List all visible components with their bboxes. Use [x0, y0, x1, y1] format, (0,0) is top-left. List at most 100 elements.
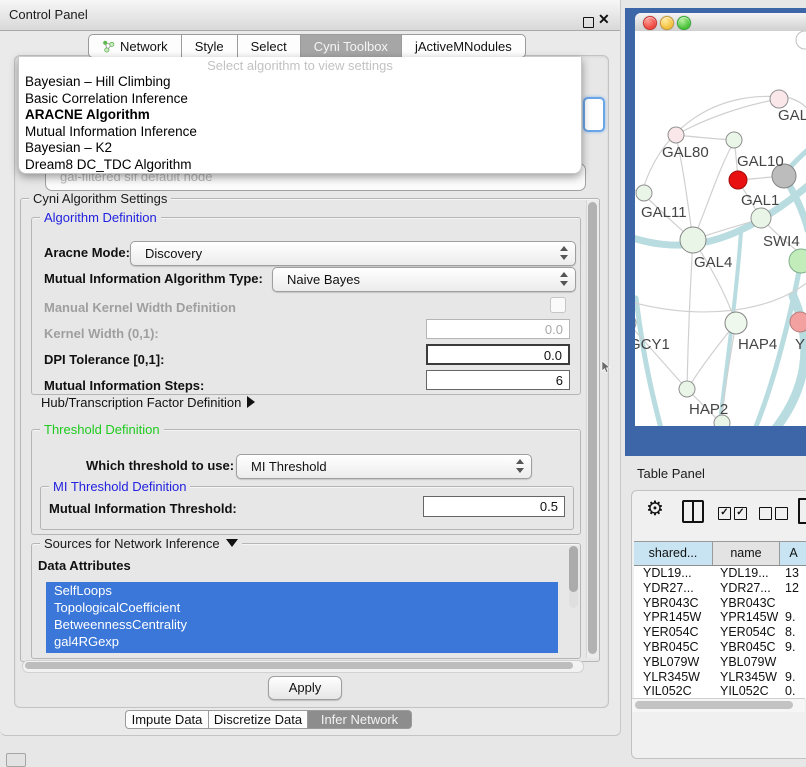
tab-cyni-toolbox[interactable]: Cyni Toolbox	[300, 34, 402, 58]
gear-icon[interactable]: ⚙	[646, 496, 664, 521]
sources-title[interactable]: Sources for Network Inference	[40, 536, 242, 551]
network-node-label: GAL10	[737, 153, 784, 170]
table-row[interactable]: YBL079WYBL079W	[634, 655, 806, 670]
settings-horizontal-scrollbar[interactable]	[22, 660, 584, 673]
network-node[interactable]	[790, 312, 806, 332]
mi-steps-field[interactable]: 6	[426, 370, 570, 390]
network-node[interactable]	[729, 171, 747, 189]
algorithm-definition-group: Algorithm Definition Aracne Mode: Discov…	[31, 217, 581, 395]
table-row[interactable]: YDR27...YDR27...12	[634, 581, 806, 596]
attribute-item-betweennesscentrality[interactable]: BetweennessCentrality	[46, 616, 558, 633]
table-row[interactable]: YIL052CYIL052C0.	[634, 684, 806, 699]
cyni-algorithm-settings-group: Cyni Algorithm Settings Algorithm Defini…	[20, 198, 600, 662]
minimize-traffic-light-icon[interactable]	[660, 16, 674, 30]
table-cell: YIL052C	[713, 684, 780, 699]
document-icon[interactable]	[798, 498, 806, 524]
algorithm-option-aracne-algorithm[interactable]: ARACNE Algorithm	[19, 107, 581, 124]
algorithm-dropdown-list: Bayesian – Hill ClimbingBasic Correlatio…	[19, 74, 581, 173]
algorithm-definition-title: Algorithm Definition	[40, 210, 161, 225]
apply-button[interactable]: Apply	[268, 676, 342, 700]
select-all-checked-icon[interactable]: ✓	[718, 507, 731, 520]
mi-threshold-definition-title: MI Threshold Definition	[49, 479, 190, 494]
close-traffic-light-icon[interactable]	[643, 16, 657, 30]
table-cell	[780, 596, 806, 611]
algorithm-option-mutual-information-inference[interactable]: Mutual Information Inference	[19, 124, 581, 141]
expander-collapsed-icon	[247, 396, 255, 408]
dpi-tolerance-field[interactable]: 0.0	[426, 344, 570, 365]
aracne-mode-combo[interactable]: Discovery	[130, 241, 576, 266]
tab-jactivemnodules[interactable]: jActiveMNodules	[401, 34, 526, 58]
columns-icon[interactable]	[682, 500, 704, 523]
algorithm-combo-focus-fragment[interactable]	[583, 97, 605, 132]
hub-factor-expander[interactable]: Hub/Transcription Factor Definition	[41, 395, 255, 410]
network-node[interactable]	[635, 315, 636, 331]
table-row[interactable]: YER054CYER054C8.	[634, 625, 806, 640]
network-node[interactable]	[680, 227, 706, 253]
attribute-item-selfloops[interactable]: SelfLoops	[46, 582, 558, 599]
algorithm-option-dream8-dc-tdc-algorithm[interactable]: Dream8 DC_TDC Algorithm	[19, 157, 581, 174]
tab-discretize-data[interactable]: Discretize Data	[208, 710, 308, 729]
zoom-traffic-light-icon[interactable]	[677, 16, 691, 30]
column-header-shared-[interactable]: shared...	[634, 542, 713, 565]
network-node[interactable]	[725, 312, 747, 334]
settings-vertical-scrollbar[interactable]	[586, 200, 599, 658]
network-node[interactable]	[636, 185, 652, 201]
network-node-label: GAL	[778, 107, 806, 124]
table-cell: 0.	[780, 684, 806, 699]
algorithm-option-basic-correlation-inference[interactable]: Basic Correlation Inference	[19, 91, 581, 108]
attribute-item-topologicalcoefficient[interactable]: TopologicalCoefficient	[46, 599, 558, 616]
table-row[interactable]: YDL19...YDL19...13	[634, 566, 806, 581]
table-row[interactable]: YPR145WYPR145W9.	[634, 610, 806, 625]
select-all-checked-icon[interactable]: ✓	[734, 507, 747, 520]
tab-style[interactable]: Style	[181, 34, 238, 58]
mi-type-label: Mutual Information Algorithm Type:	[44, 271, 263, 286]
aracne-mode-value: Discovery	[145, 246, 202, 261]
table-row[interactable]: YLR345WYLR345W9.	[634, 670, 806, 685]
tab-infer-network[interactable]: Infer Network	[307, 710, 412, 729]
deselect-all-icon[interactable]	[775, 507, 788, 520]
network-node[interactable]	[668, 127, 684, 143]
control-panel-window: Control Panel ✕ NetworkStyleSelectCyni T…	[0, 0, 621, 736]
algorithm-option-bayesian-hill-climbing[interactable]: Bayesian – Hill Climbing	[19, 74, 581, 91]
network-node[interactable]	[796, 31, 806, 49]
network-icon	[102, 40, 115, 53]
mi-type-combo[interactable]: Naive Bayes	[272, 267, 576, 292]
mouse-cursor	[601, 361, 611, 374]
mi-steps-label: Mutual Information Steps:	[44, 378, 204, 393]
collapsed-panel-button[interactable]	[6, 753, 26, 767]
hub-factor-label: Hub/Transcription Factor Definition	[41, 395, 241, 410]
column-header-name[interactable]: name	[713, 542, 780, 565]
manual-kernel-checkbox[interactable]	[550, 297, 566, 313]
tab-impute-data[interactable]: Impute Data	[125, 710, 209, 729]
table-cell: YER054C	[634, 625, 713, 640]
tab-select[interactable]: Select	[237, 34, 301, 58]
deselect-all-icon[interactable]	[759, 507, 772, 520]
table-row[interactable]: YBR043CYBR043C	[634, 596, 806, 611]
network-node[interactable]	[770, 90, 788, 108]
table-row[interactable]: YBR045CYBR045C9.	[634, 640, 806, 655]
network-node[interactable]	[789, 249, 806, 273]
table-cell: YDR27...	[634, 581, 713, 596]
network-window-titlebar[interactable]	[635, 13, 806, 32]
network-canvas[interactable]: GALGAL80GAL10GAL11GAL1SWI4GAL4GCY1HAP4YH…	[635, 31, 806, 426]
table-cell: 13	[780, 566, 806, 581]
attribute-item-gal4rgexp[interactable]: gal4RGexp	[46, 633, 558, 650]
close-icon[interactable]: ✕	[598, 11, 610, 28]
tab-network[interactable]: Network	[88, 34, 182, 58]
network-node[interactable]	[726, 132, 742, 148]
algorithm-option-bayesian-k2[interactable]: Bayesian – K2	[19, 140, 581, 157]
table-cell	[780, 655, 806, 670]
column-header-a[interactable]: A	[780, 542, 806, 565]
network-node-label: GAL11	[641, 204, 687, 221]
kernel-width-field[interactable]: 0.0	[426, 319, 570, 339]
attributes-scrollbar[interactable]	[569, 546, 578, 608]
float-window-icon[interactable]	[583, 17, 594, 28]
network-node-label: HAP2	[689, 401, 728, 418]
table-cell: YIL052C	[634, 684, 713, 699]
mi-threshold-field[interactable]: 0.5	[423, 496, 565, 517]
network-node[interactable]	[679, 381, 695, 397]
table-horizontal-scrollbar[interactable]	[632, 698, 805, 712]
which-threshold-combo[interactable]: MI Threshold	[236, 454, 532, 479]
table-cell: YPR145W	[634, 610, 713, 625]
network-node[interactable]	[751, 208, 771, 228]
